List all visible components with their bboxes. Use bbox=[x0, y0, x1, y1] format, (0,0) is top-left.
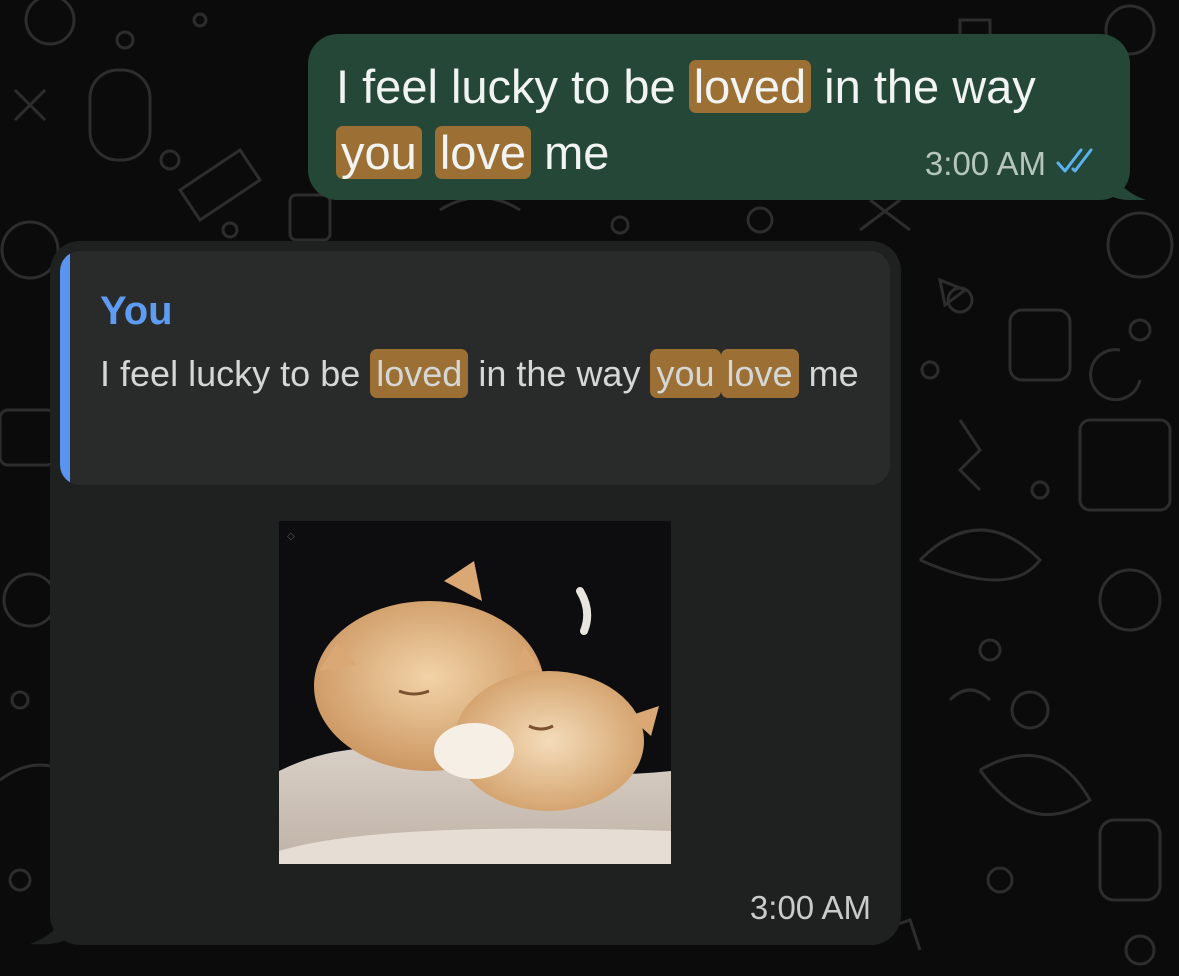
highlighted-word: love bbox=[434, 126, 532, 179]
quote-text: I feel lucky to be loved in the way you l… bbox=[100, 346, 880, 402]
outgoing-message-meta: 3:00 AM bbox=[925, 144, 1100, 184]
bubble-tail bbox=[1108, 156, 1146, 200]
highlighted-word: loved bbox=[688, 60, 812, 113]
message-timestamp: 3:00 AM bbox=[749, 889, 871, 926]
svg-text:◇: ◇ bbox=[287, 531, 295, 542]
kittens-gif[interactable]: ◇ bbox=[279, 521, 671, 864]
outgoing-message-bubble[interactable]: I feel lucky to be loved in the way you … bbox=[308, 34, 1130, 200]
highlighted-word: loved bbox=[370, 349, 469, 398]
reply-quote[interactable]: You I feel lucky to be loved in the way … bbox=[60, 251, 890, 485]
message-timestamp: 3:00 AM bbox=[924, 145, 1046, 182]
highlighted-word: you bbox=[650, 349, 721, 398]
incoming-message-bubble[interactable]: You I feel lucky to be loved in the way … bbox=[50, 241, 901, 945]
highlighted-word: you bbox=[336, 126, 422, 179]
double-check-icon bbox=[1056, 145, 1100, 183]
quote-accent-bar bbox=[60, 251, 70, 485]
quote-author: You bbox=[100, 289, 173, 333]
bubble-tail bbox=[30, 900, 68, 945]
highlighted-word: love bbox=[720, 349, 799, 398]
